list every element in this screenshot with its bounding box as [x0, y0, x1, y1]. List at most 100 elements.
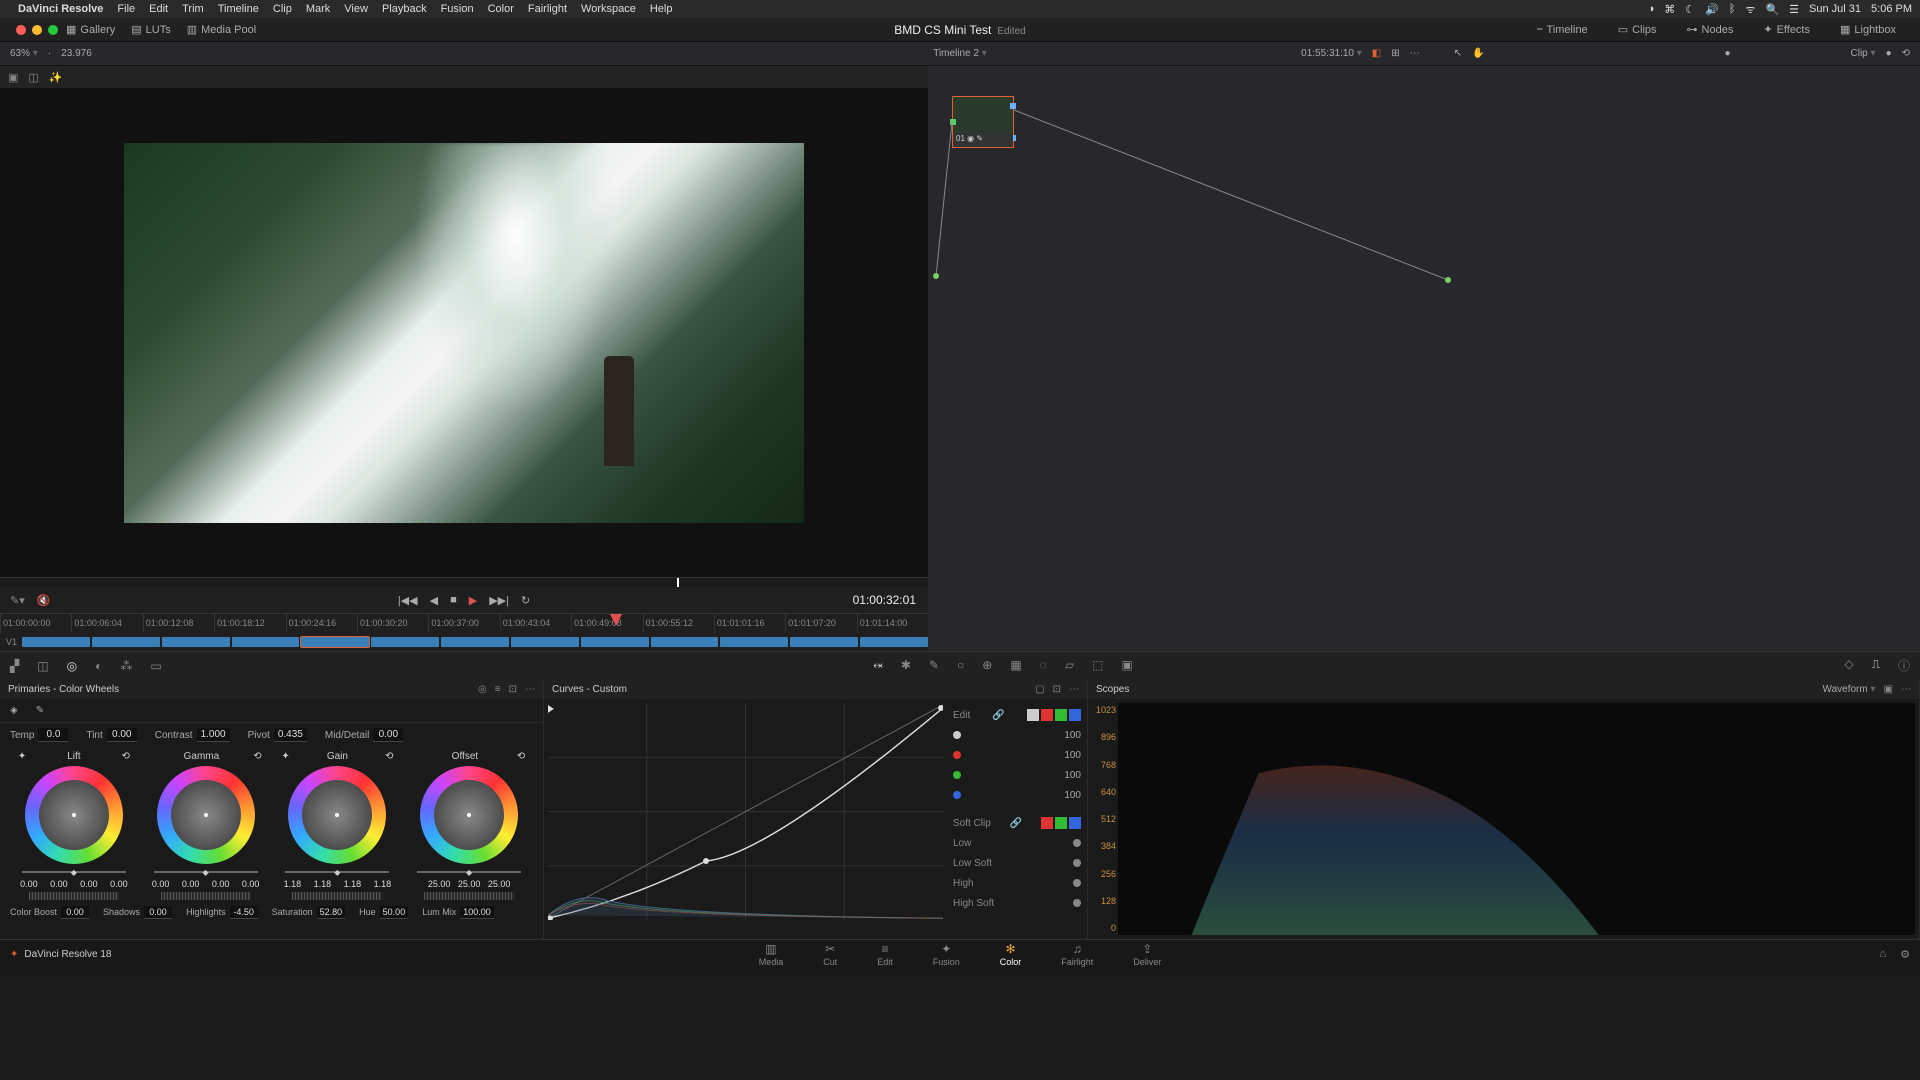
- mute-icon[interactable]: 🔇: [37, 594, 51, 607]
- scope-mode-dropdown[interactable]: Waveform: [1823, 684, 1876, 695]
- offset-jog[interactable]: [424, 892, 514, 900]
- hdr-icon[interactable]: ◐: [95, 659, 102, 673]
- node-zoom-dot[interactable]: ●: [1724, 48, 1730, 59]
- channel-switches[interactable]: [1027, 709, 1081, 721]
- menu-view[interactable]: View: [344, 3, 368, 15]
- next-frame-button[interactable]: ▶▶|: [489, 594, 509, 607]
- menu-clip[interactable]: Clip: [273, 3, 292, 15]
- edit-page[interactable]: ≡Edit: [877, 942, 893, 967]
- menu-trim[interactable]: Trim: [182, 3, 204, 15]
- timeline-dropdown[interactable]: Timeline 2: [933, 48, 987, 59]
- nodes-panel-button[interactable]: ⊶ Nodes: [1687, 23, 1734, 36]
- info-icon[interactable]: ⓘ: [1898, 657, 1910, 674]
- highlight-icon[interactable]: ✨: [49, 71, 63, 84]
- loop-button[interactable]: ↻: [521, 594, 530, 607]
- reset-icon[interactable]: ⟲: [121, 751, 129, 762]
- curves-icon[interactable]: ⬾: [873, 658, 883, 673]
- y-channel[interactable]: [1027, 709, 1039, 721]
- rgb-mixer-icon[interactable]: ⁂: [120, 659, 132, 673]
- blur-icon[interactable]: ◌: [1040, 658, 1047, 673]
- scopes-icon[interactable]: ⎍: [1872, 657, 1880, 674]
- bars-mode-icon[interactable]: ≡: [495, 684, 501, 695]
- deliver-page[interactable]: ⇪Deliver: [1133, 942, 1161, 967]
- gallery-button[interactable]: ▦ Gallery: [66, 23, 115, 36]
- node-01[interactable]: 01 ◉ ✎: [952, 96, 1014, 148]
- reset-icon[interactable]: ⟲: [385, 751, 393, 762]
- render-cache-icon[interactable]: ◧: [1372, 48, 1381, 59]
- highlights-value[interactable]: -4.50: [230, 906, 258, 919]
- bypass-icon[interactable]: ⊞: [1391, 48, 1399, 59]
- pick-white-icon[interactable]: ✎: [36, 705, 44, 716]
- link-icon[interactable]: 🔗: [1010, 818, 1022, 829]
- cut-page[interactable]: ✂Cut: [823, 942, 837, 967]
- auto-balance-icon[interactable]: ◈: [10, 705, 18, 716]
- lowsoft-slider[interactable]: [1073, 859, 1081, 867]
- low-slider[interactable]: [1073, 839, 1081, 847]
- color-match-icon[interactable]: ◫: [37, 659, 48, 673]
- gamma-wheel[interactable]: [157, 766, 255, 864]
- lightbox-button[interactable]: ▦ Lightbox: [1840, 23, 1896, 36]
- fullscreen-button[interactable]: [48, 25, 58, 35]
- custom-curve-icon[interactable]: ▢: [1035, 684, 1044, 695]
- annotation-dropdown-icon[interactable]: ✎▾: [10, 594, 25, 607]
- mid-value[interactable]: 0.00: [373, 728, 403, 742]
- lift-ywheel[interactable]: [22, 869, 126, 873]
- 3d-icon[interactable]: ▣: [1121, 658, 1132, 673]
- zoom-dropdown[interactable]: 63%: [10, 48, 38, 59]
- gamma-ywheel[interactable]: [154, 869, 258, 873]
- hue-curve-icon[interactable]: ⊡: [1053, 684, 1061, 695]
- viewer[interactable]: [0, 88, 928, 577]
- reset-icon[interactable]: ⟲: [253, 751, 261, 762]
- window-icon[interactable]: ○: [957, 658, 964, 673]
- pick-white-icon[interactable]: ✦: [281, 751, 289, 762]
- tint-value[interactable]: 0.00: [107, 728, 137, 742]
- b-intensity[interactable]: 100: [1064, 790, 1081, 801]
- options-icon[interactable]: ⋯: [1901, 684, 1911, 695]
- wheels-mode-icon[interactable]: ◎: [478, 684, 487, 695]
- luts-button[interactable]: ▤ LUTs: [131, 23, 170, 36]
- node-graph[interactable]: 01 ◉ ✎: [928, 66, 1920, 651]
- reset-icon[interactable]: ⟲: [517, 751, 525, 762]
- offset-wheel[interactable]: [420, 766, 518, 864]
- qualifier-icon[interactable]: ✎: [929, 658, 939, 673]
- gain-jog[interactable]: [292, 892, 382, 900]
- link-icon[interactable]: 🔗: [992, 710, 1004, 721]
- clip-dropdown[interactable]: Clip: [1851, 48, 1876, 59]
- gain-wheel[interactable]: [288, 766, 386, 864]
- r-channel[interactable]: [1041, 709, 1053, 721]
- prev-frame-button[interactable]: ◀: [430, 594, 438, 607]
- sub-dot-icon[interactable]: ●: [1886, 48, 1892, 59]
- timeline-ruler[interactable]: 01:00:00:0001:00:06:04 01:00:12:0801:00:…: [0, 613, 928, 633]
- play-button[interactable]: ▶: [469, 594, 477, 607]
- keyframe-icon[interactable]: ◇: [1844, 657, 1853, 674]
- media-page[interactable]: ▥Media: [759, 942, 784, 967]
- gamma-jog[interactable]: [161, 892, 251, 900]
- wheels-icon[interactable]: ◎: [67, 659, 77, 673]
- status-icon[interactable]: ◑: [1648, 3, 1655, 15]
- highsoft-slider[interactable]: [1073, 899, 1081, 907]
- colorboost-value[interactable]: 0.00: [61, 906, 89, 919]
- pointer-icon[interactable]: ↖: [1454, 48, 1462, 59]
- status-time[interactable]: 5:06 PM: [1871, 3, 1912, 15]
- warper-icon[interactable]: ✱: [901, 658, 911, 673]
- b-channel[interactable]: [1069, 709, 1081, 721]
- clips-panel-button[interactable]: ▭ Clips: [1618, 23, 1657, 36]
- menu-color[interactable]: Color: [488, 3, 514, 15]
- pick-black-icon[interactable]: ✦: [18, 751, 26, 762]
- minimize-button[interactable]: [32, 25, 42, 35]
- hand-icon[interactable]: ✋: [1472, 48, 1484, 59]
- image-wipe-icon[interactable]: ▣: [8, 71, 18, 84]
- curve-editor[interactable]: [548, 703, 943, 935]
- menu-help[interactable]: Help: [650, 3, 673, 15]
- options-icon[interactable]: ⋯: [1410, 48, 1420, 59]
- fusion-page[interactable]: ✦Fusion: [933, 942, 960, 967]
- camera-raw-icon[interactable]: ▞: [10, 659, 19, 673]
- menu-edit[interactable]: Edit: [149, 3, 168, 15]
- y-intensity[interactable]: 100: [1064, 730, 1081, 741]
- app-name[interactable]: DaVinci Resolve: [18, 3, 103, 15]
- status-date[interactable]: Sun Jul 31: [1809, 3, 1861, 15]
- pivot-value[interactable]: 0.435: [274, 728, 307, 742]
- options-icon[interactable]: ⋯: [1069, 684, 1079, 695]
- moon-icon[interactable]: ☾: [1685, 3, 1695, 16]
- timeline-panel-button[interactable]: ⎯ Timeline: [1537, 23, 1588, 36]
